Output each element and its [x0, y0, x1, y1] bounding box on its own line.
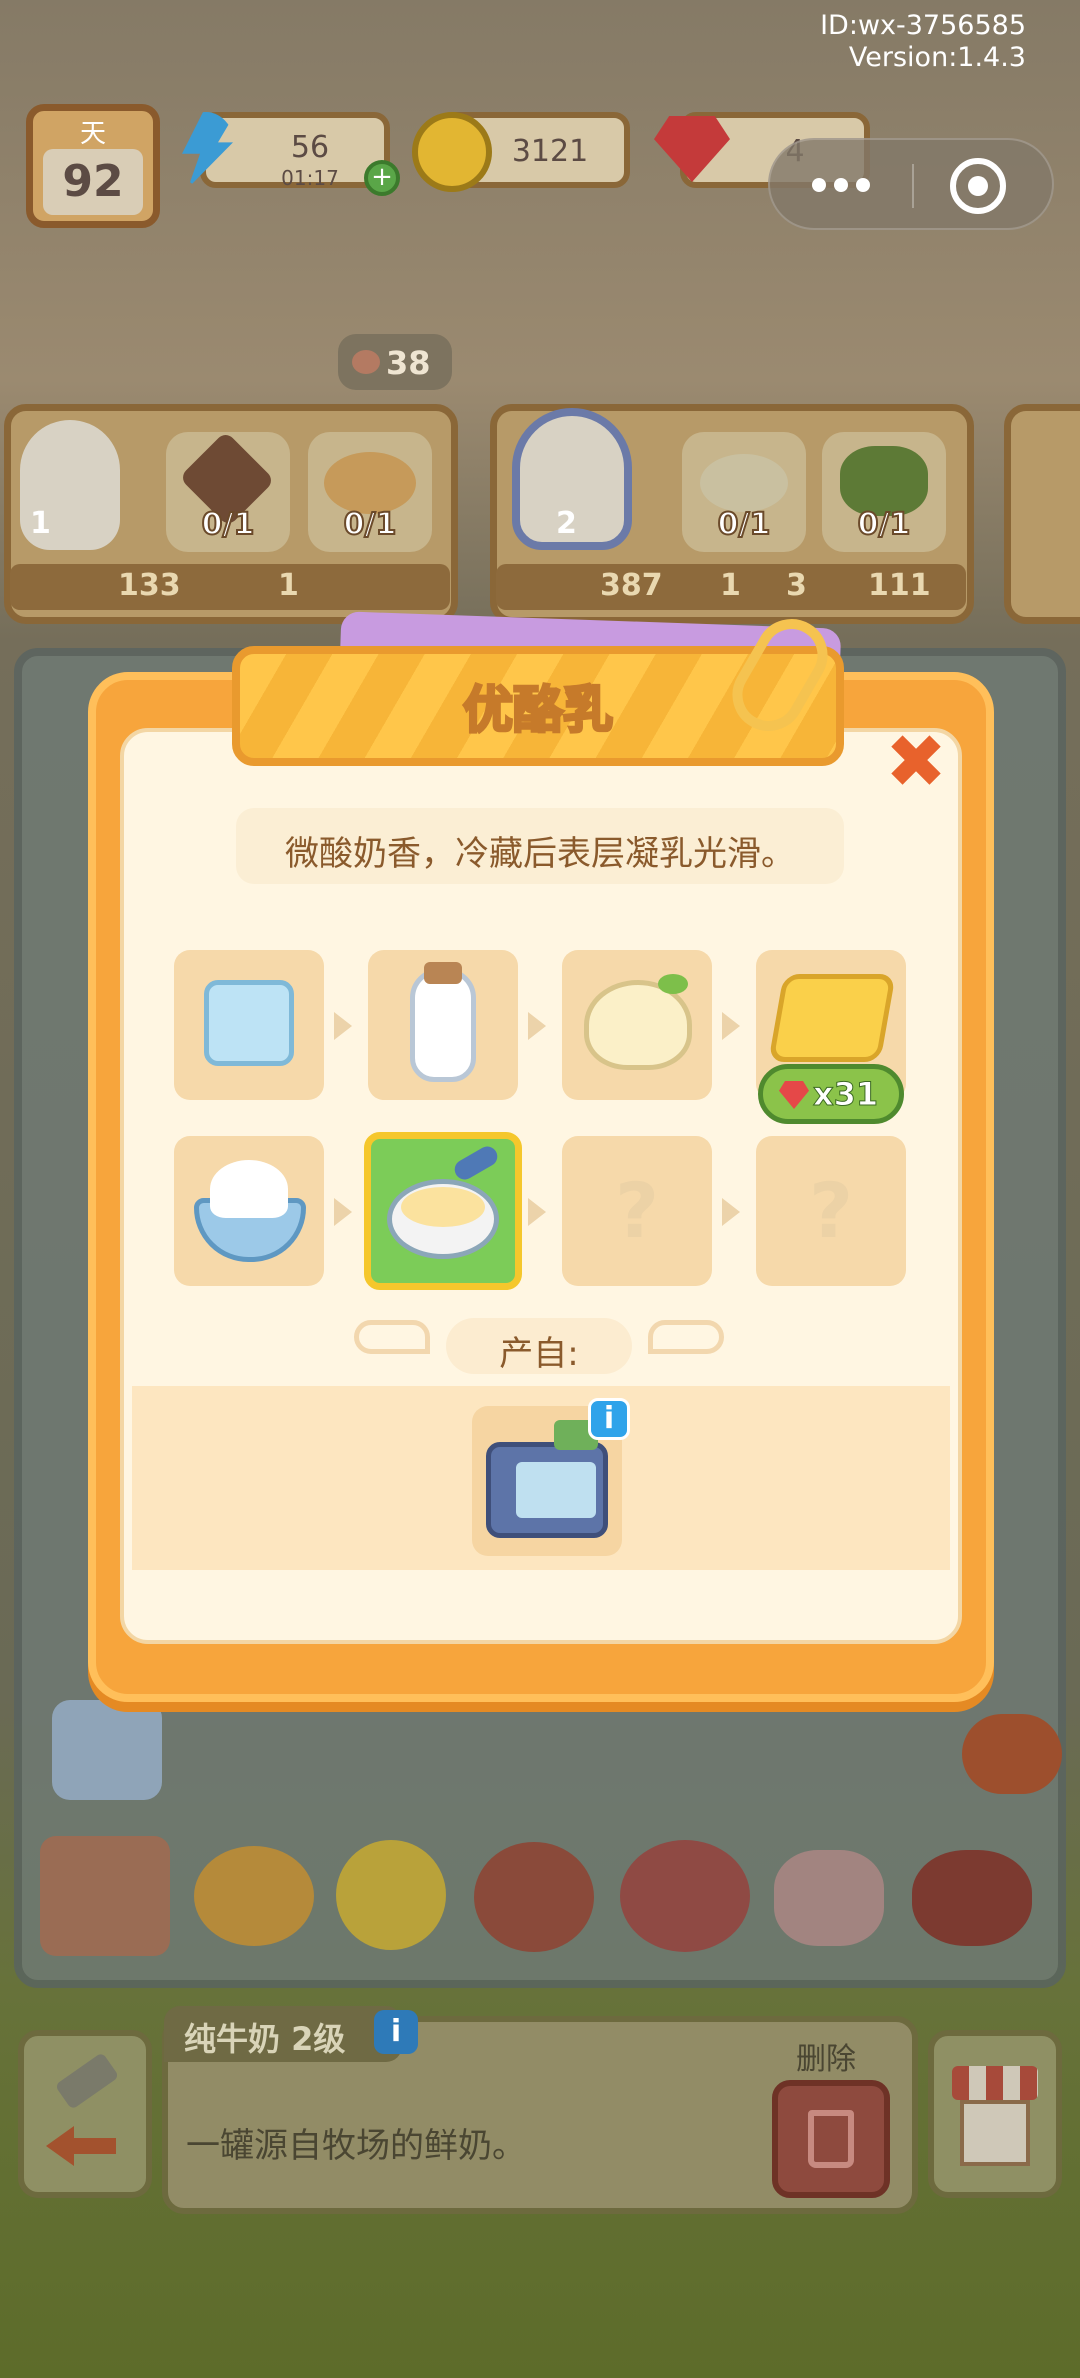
leaf-icon	[658, 974, 688, 994]
order-card-2-card-reward: 1	[720, 568, 741, 603]
day-label: 天	[79, 119, 106, 149]
close-miniprogram-button[interactable]	[950, 158, 1006, 214]
chain-tile-unknown-2[interactable]: ?	[756, 1136, 906, 1286]
capsule-divider	[912, 164, 914, 208]
day-value: 92	[43, 149, 143, 215]
board-item-lemon[interactable]	[336, 1840, 446, 1950]
chain-arrow	[528, 1012, 546, 1040]
shop-button[interactable]	[928, 2030, 1062, 2198]
chain-tile-whipped-cream[interactable]	[174, 1136, 324, 1286]
yogurt-bowl-icon	[700, 454, 788, 512]
order-card-1-hearts: 1	[30, 506, 51, 541]
chain-arrow	[722, 1198, 740, 1226]
right-swirl-ornament	[648, 1320, 724, 1354]
order-item-progress: 0/1	[717, 506, 772, 543]
chain-tile-ice-cube[interactable]	[174, 950, 324, 1100]
produced-from-label: 产自:	[499, 1334, 579, 1374]
item-name: 纯牛奶 2级	[184, 2020, 346, 2058]
coin-icon	[412, 112, 492, 192]
energy-value: 56	[290, 130, 330, 165]
chain-arrow	[334, 1198, 352, 1226]
board-item-ice-cube[interactable]	[52, 1700, 162, 1800]
source-info-button[interactable]: i	[588, 1398, 630, 1440]
machine-window	[516, 1462, 596, 1518]
day-counter: 天 92	[26, 104, 160, 228]
chain-arrow	[528, 1198, 546, 1226]
item-description: 一罐源自牧场的鲜奶。	[186, 2126, 526, 2166]
trash-icon	[808, 2110, 854, 2168]
question-mark-icon: ?	[808, 1166, 854, 1255]
order-item-progress: 0/1	[201, 506, 256, 543]
item-description-text: 微酸奶香，冷藏后表层凝乳光滑。	[285, 834, 795, 874]
order-card-1-reward-bar	[10, 564, 450, 610]
chain-tile-unknown-1[interactable]: ?	[562, 1136, 712, 1286]
price-badge[interactable]: x31	[758, 1064, 904, 1124]
cream-swirl	[210, 1160, 288, 1218]
board-item-sauce-bowl[interactable]	[194, 1846, 314, 1946]
orders-count-value: 38	[386, 344, 431, 382]
price-value: x31	[812, 1075, 879, 1114]
order-card-2-coin-reward: 387	[600, 568, 663, 603]
add-energy-button[interactable]: +	[364, 160, 400, 196]
hammer-button[interactable]	[18, 2030, 152, 2198]
target-icon	[968, 176, 988, 196]
board-item-meatballs[interactable]	[912, 1850, 1032, 1946]
miniprogram-capsule	[768, 138, 1054, 230]
spoon-icon	[451, 1142, 501, 1184]
coins-value: 3121	[511, 134, 589, 169]
board-item-ham[interactable]	[620, 1840, 750, 1952]
order-item-chocolate: 0/1	[166, 430, 290, 552]
more-dots-icon	[812, 178, 826, 192]
shop-awning-icon	[952, 2066, 1038, 2100]
milk-bottle-icon	[410, 968, 476, 1082]
order-item-progress: 0/1	[343, 506, 398, 543]
item-info-button[interactable]: i	[374, 2010, 418, 2054]
back-arrow-icon	[46, 2126, 116, 2166]
board-item-meat[interactable]	[774, 1850, 884, 1946]
order-item-broccoli: 0/1	[822, 432, 946, 552]
hammer-icon	[54, 2052, 120, 2110]
steak-icon	[352, 350, 380, 374]
delete-label: 删除	[796, 2042, 856, 2077]
player-id: ID:wx-3756585	[820, 10, 1026, 41]
order-item-dish: 0/1	[308, 432, 432, 552]
more-options-button[interactable]	[790, 150, 900, 220]
board-item-chest[interactable]	[40, 1836, 170, 1956]
chain-tile-butter[interactable]	[562, 950, 712, 1100]
order-card-1-coin-reward: 133	[118, 568, 181, 603]
yogurt-fill	[401, 1187, 485, 1227]
order-card-3[interactable]	[1004, 404, 1080, 624]
board-item-apple[interactable]	[474, 1842, 594, 1952]
dish-icon	[324, 452, 416, 514]
orders-count-badge: 38	[338, 334, 452, 390]
chain-tile-milk-bottle[interactable]	[368, 950, 518, 1100]
broccoli-icon	[840, 446, 928, 516]
cheese-icon	[768, 974, 896, 1062]
order-item-yogurt: 0/1	[682, 432, 806, 552]
order-card-2-hearts: 2	[556, 506, 577, 541]
chain-tile-yogurt-selected[interactable]	[364, 1132, 522, 1290]
close-icon: ✖	[884, 719, 947, 805]
left-swirl-ornament	[354, 1320, 430, 1354]
order-card-2-flower-reward: 3	[786, 568, 807, 603]
bottle-cork	[424, 962, 462, 984]
version-text: Version:1.4.3	[848, 42, 1026, 73]
energy-timer: 01:17	[281, 166, 339, 190]
ruby-icon	[779, 1081, 809, 1109]
order-item-progress: 0/1	[857, 506, 912, 543]
shop-door-icon	[960, 2100, 1030, 2166]
board-item-peanut[interactable]	[962, 1714, 1062, 1794]
close-button[interactable]: ✖	[880, 719, 952, 805]
ice-cube-icon	[204, 980, 294, 1066]
order-card-1-card-reward: 1	[278, 568, 299, 603]
order-card-2-steak-reward: 111	[868, 568, 931, 603]
question-mark-icon: ?	[614, 1166, 660, 1255]
chain-arrow	[722, 1012, 740, 1040]
delete-button[interactable]	[772, 2080, 890, 2198]
chain-arrow	[334, 1012, 352, 1040]
